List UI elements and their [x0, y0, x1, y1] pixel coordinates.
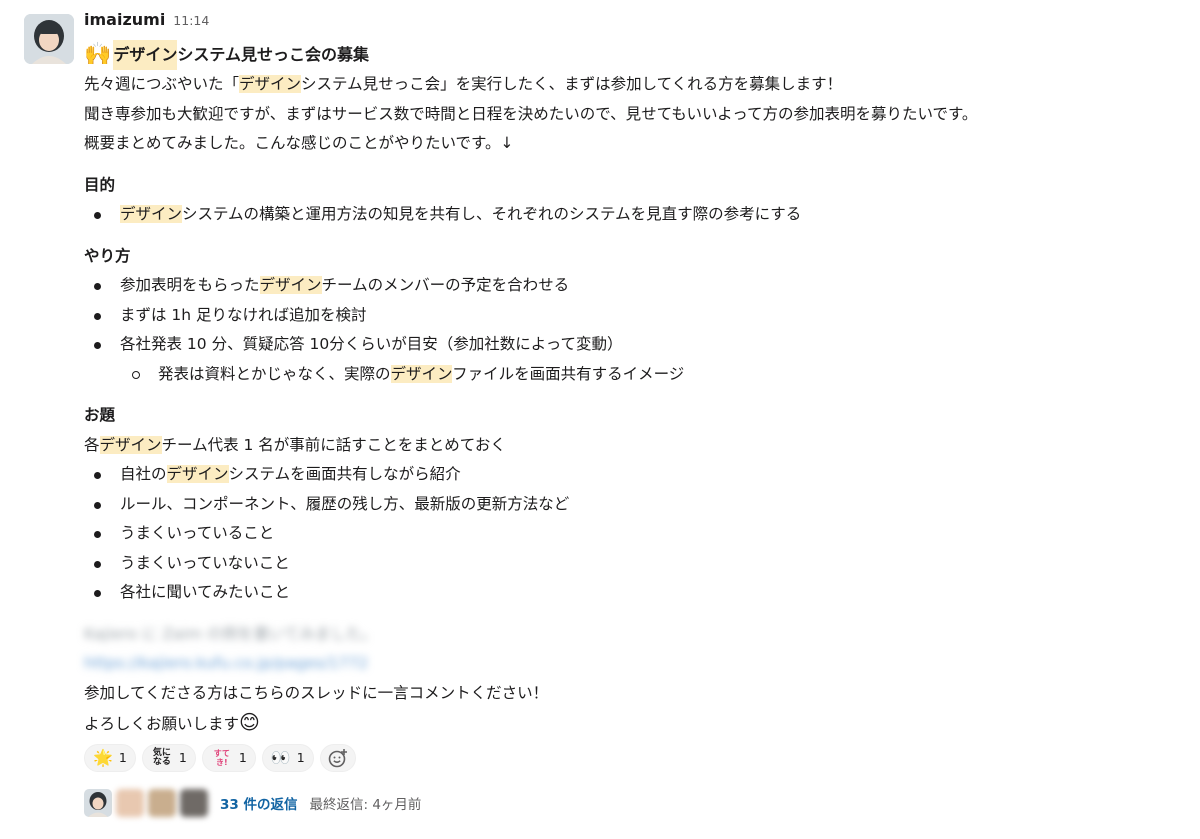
section-heading-topic: お題	[84, 406, 116, 424]
reaction-count: 1	[238, 750, 247, 765]
list-item: 各社発表 10 分、質疑応答 10分くらいが目安（参加社数によって変動）	[84, 330, 1184, 360]
add-reaction-button[interactable]	[319, 743, 356, 772]
add-reaction-icon	[328, 748, 347, 767]
blurred-text: Kajiero に Zaim の例を書いてみました。	[84, 624, 377, 643]
suteki-badge-icon: すてき!	[213, 748, 230, 767]
paragraph: 参加してくださる方はこちらのスレッドに一言コメントください！	[84, 683, 549, 702]
star-icon: 🌟	[93, 747, 113, 767]
eyes-icon: 👀	[270, 747, 291, 767]
title-text: システム見せっこ会の募集	[177, 45, 369, 64]
section-heading-method: やり方	[84, 246, 131, 265]
reaction-suteki[interactable]: すてき! 1	[201, 743, 256, 772]
paragraph: 聞き専参加も大歓迎ですが、まずはサービス数で時間と日程を決めたいので、見せてもい…	[84, 104, 978, 123]
highlight-keyword: デザイン	[390, 364, 453, 383]
list-item: ルール、コンポーネント、履歴の残し方、最新版の更新方法など	[84, 490, 1184, 520]
list-item: 参加表明をもらったデザインチームのメンバーの予定を合わせる	[84, 271, 1184, 301]
reactions-bar: 🌟 1 気に なる 1 すてき! 1 👀 1	[84, 743, 1184, 774]
paragraph: 概要まとめてみました。こんな感じのことがやりたいです。↓	[84, 134, 514, 152]
reaction-kininaru[interactable]: 気に なる 1	[141, 743, 196, 772]
section-heading-purpose: 目的	[84, 175, 116, 194]
paragraph: 先々週につぶやいた「デザインシステム見せっこ会」を実行したく、まずは参加してくれ…	[84, 75, 843, 93]
message-body: imaizumi 11:14 🙌 デザイン システム見せっこ会の募集 先々週につぶ…	[84, 10, 1184, 818]
reaction-count: 1	[178, 750, 187, 765]
user-avatar[interactable]	[24, 14, 74, 64]
list-item: うまくいっていないこと	[84, 549, 1184, 579]
reaction-count: 1	[118, 750, 127, 765]
list-item: 各社に聞いてみたいこと	[84, 578, 1184, 608]
kininaru-badge-icon: 気に なる	[152, 747, 171, 767]
avatar-image	[24, 14, 74, 64]
highlight-keyword: デザイン	[259, 276, 322, 294]
paragraph: よろしくお願いします😊	[84, 710, 260, 734]
thread-replies[interactable]: 33 件の返信 最終返信: 4ヶ月前	[84, 788, 1184, 818]
username[interactable]: imaizumi	[84, 10, 165, 29]
highlight-keyword: デザイン	[120, 205, 183, 223]
blurred-link[interactable]: https://kajiero.kufu.co.jp/pages/1772	[84, 649, 1184, 679]
reaction-count: 1	[296, 750, 305, 765]
reply-avatar	[180, 788, 208, 817]
raised-hands-icon: 🙌	[84, 42, 112, 67]
list-item: 自社のデザインシステムを画面共有しながら紹介	[84, 460, 1184, 490]
reply-avatar	[148, 788, 176, 817]
reply-count-link[interactable]: 33 件の返信	[220, 793, 298, 813]
message-title: 🙌 デザイン システム見せっこ会の募集	[84, 40, 1184, 70]
reply-avatar	[116, 788, 144, 817]
list-item-nested: 発表は資料とかじゃなく、実際のデザインファイルを画面共有するイメージ	[84, 360, 1184, 390]
highlight-keyword: デザイン	[239, 75, 302, 93]
highlight-keyword: デザイン	[113, 40, 178, 70]
reaction-eyes[interactable]: 👀 1	[261, 743, 314, 772]
smile-icon: 😊	[239, 710, 260, 734]
highlight-keyword: デザイン	[99, 435, 162, 454]
list-item: まずは 1h 足りなければ追加を検討	[84, 301, 1184, 331]
last-reply-time: 最終返信: 4ヶ月前	[309, 796, 422, 813]
highlight-keyword: デザイン	[166, 465, 229, 483]
reply-avatar	[84, 788, 112, 817]
reaction-star[interactable]: 🌟 1	[84, 743, 136, 772]
paragraph: 各デザインチーム代表 1 名が事前に話すことをまとめておく	[84, 435, 506, 454]
list-item: デザインシステムの構築と運用方法の知見を共有し、それぞれのシステムを見直す際の参…	[84, 200, 1184, 230]
timestamp[interactable]: 11:14	[173, 13, 209, 28]
list-item: うまくいっていること	[84, 519, 1184, 549]
